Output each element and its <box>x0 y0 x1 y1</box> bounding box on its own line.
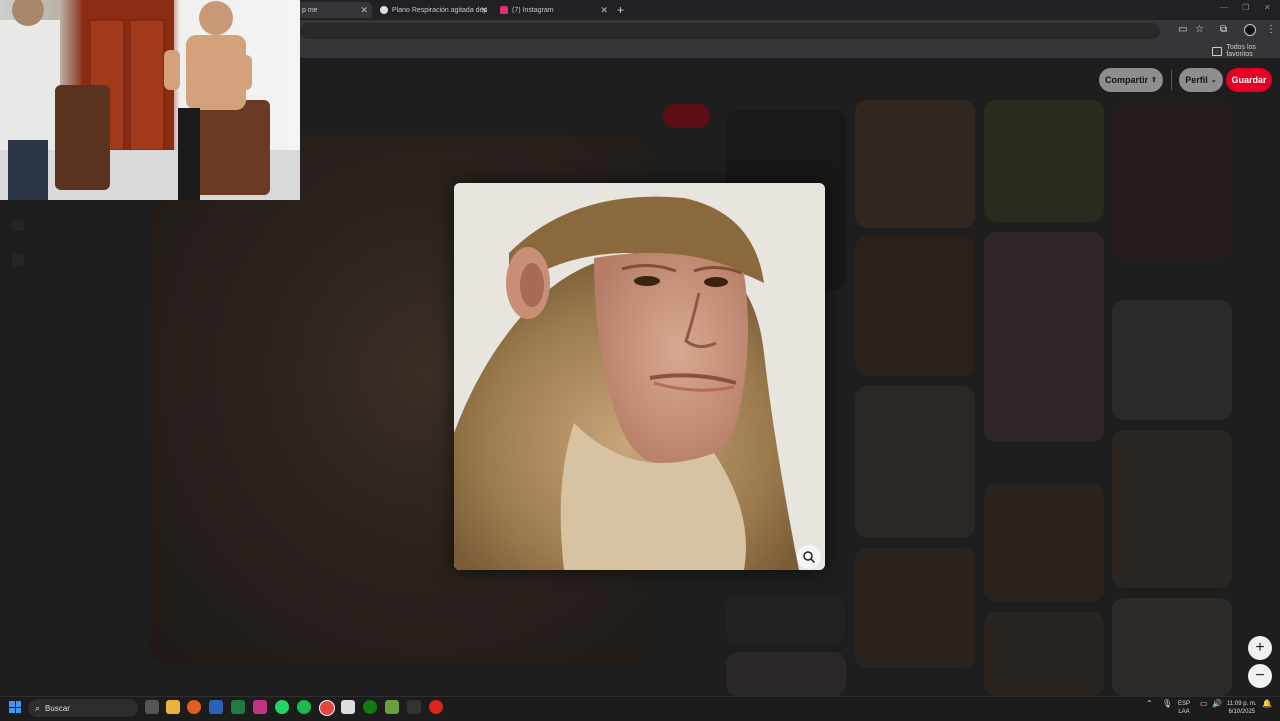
divider <box>1171 70 1172 90</box>
chevron-down-icon: ⌄ <box>1210 77 1217 84</box>
upload-icon: ⇧ <box>1151 77 1157 84</box>
sidebar-icon[interactable] <box>12 254 24 266</box>
search-icon: ⌕ <box>35 702 41 713</box>
webcam-scene <box>0 0 300 200</box>
grid-pin[interactable] <box>984 232 1104 442</box>
close-icon[interactable]: ✕ <box>480 5 488 16</box>
grid-pin[interactable] <box>1112 598 1232 696</box>
grid-pin[interactable] <box>1112 430 1232 588</box>
webcam-overlay <box>0 0 300 200</box>
close-icon[interactable]: ✕ <box>600 5 608 16</box>
new-tab-button[interactable]: + <box>617 3 624 17</box>
task-view-icon[interactable] <box>145 700 159 714</box>
grid-pin[interactable] <box>984 612 1104 696</box>
address-bar[interactable] <box>300 23 1160 39</box>
grid-pin[interactable] <box>984 100 1104 222</box>
lens-search-icon <box>803 551 816 564</box>
tab-respiracion[interactable]: Plano Respiración agitada dep ✕ <box>380 2 488 18</box>
share-button[interactable]: Compartir ⇧ <box>1099 68 1163 92</box>
share-label: Compartir <box>1105 75 1149 85</box>
profile-label: Perfil <box>1185 75 1208 85</box>
zoom-out-button[interactable]: − <box>1248 664 1272 688</box>
menu-icon[interactable]: ⋮ <box>1266 24 1276 35</box>
all-favorites-folder[interactable]: Todos los favoritos <box>1212 44 1280 58</box>
spotify-icon[interactable] <box>297 700 311 714</box>
tab-label: Plano Respiración agitada dep <box>392 6 488 14</box>
profile-dropdown[interactable]: Perfil ⌄ <box>1179 68 1223 92</box>
close-icon[interactable]: ✕ <box>360 5 368 16</box>
background-save-button <box>663 104 710 128</box>
profile-avatar[interactable] <box>1244 24 1256 36</box>
save-label: Guardar <box>1231 75 1267 85</box>
clock-time: 11:09 p. m. <box>1227 701 1257 707</box>
tab-current[interactable]: p me ✕ <box>296 2 372 18</box>
zoom-in-icon: + <box>1255 639 1265 656</box>
notification-bell-icon[interactable]: 🔔 <box>1262 700 1272 708</box>
minimize-icon[interactable]: — <box>1220 3 1228 12</box>
grid-pin[interactable] <box>855 386 975 538</box>
whatsapp-icon[interactable] <box>275 700 289 714</box>
tab-label: (7) Instagram <box>512 6 554 14</box>
excel-icon[interactable] <box>231 700 245 714</box>
word-icon[interactable] <box>209 700 223 714</box>
file-explorer-icon[interactable] <box>166 700 180 714</box>
grid-pin[interactable] <box>984 484 1104 602</box>
save-button[interactable]: Guardar <box>1226 68 1272 92</box>
firefox-icon[interactable] <box>187 700 201 714</box>
lens-search-button[interactable] <box>797 545 821 569</box>
store-icon[interactable] <box>341 700 355 714</box>
cast-icon[interactable]: ▭ <box>1178 24 1187 35</box>
chrome-icon[interactable] <box>319 700 335 716</box>
opera-icon[interactable] <box>429 700 443 714</box>
grid-pin[interactable] <box>726 594 846 644</box>
windows-start-icon[interactable] <box>9 701 21 713</box>
zoom-in-button[interactable]: + <box>1248 636 1272 660</box>
taskbar-search[interactable]: ⌕ Buscar <box>28 699 138 717</box>
network-icon[interactable]: ▭ <box>1200 700 1208 708</box>
monkey-photo <box>454 183 825 570</box>
search-placeholder: Buscar <box>45 703 70 713</box>
grid-pin[interactable] <box>726 652 846 696</box>
tab-label: p me <box>302 6 318 14</box>
xbox-icon[interactable] <box>363 700 377 714</box>
folder-icon <box>1212 46 1223 56</box>
close-window-icon[interactable]: ✕ <box>1264 3 1271 12</box>
clock-date: 6/10/2025 <box>1228 709 1256 715</box>
mic-icon[interactable]: 🎙 <box>1162 700 1172 708</box>
language-bottom: LAA <box>1178 709 1190 715</box>
zoom-out-icon: − <box>1255 667 1265 684</box>
volume-icon[interactable]: 🔊 <box>1212 700 1222 708</box>
instagram-icon <box>500 6 508 14</box>
extensions-icon[interactable]: ⧉ <box>1220 24 1227 35</box>
expanded-pin-image[interactable] <box>454 183 825 570</box>
instagram-icon[interactable] <box>253 700 267 714</box>
language-indicator[interactable]: ESP LAA <box>1178 700 1190 716</box>
grid-pin[interactable] <box>855 236 975 376</box>
app-icon[interactable] <box>407 700 421 714</box>
star-icon[interactable]: ☆ <box>1195 24 1204 35</box>
all-favorites-label: Todos los favoritos <box>1226 44 1256 58</box>
restore-icon[interactable]: ❐ <box>1242 3 1249 12</box>
tab-instagram[interactable]: (7) Instagram ✕ <box>500 2 608 18</box>
grid-pin[interactable] <box>1112 100 1232 260</box>
globe-icon <box>380 6 388 14</box>
sidebar-icon[interactable] <box>12 219 24 231</box>
grid-pin[interactable] <box>855 548 975 668</box>
clock[interactable]: 11:09 p. m. 6/10/2025 <box>1227 700 1257 716</box>
grid-pin[interactable] <box>855 100 975 228</box>
grid-pin[interactable] <box>1112 300 1232 420</box>
language-top: ESP <box>1178 701 1191 707</box>
chevron-up-icon[interactable]: ⌃ <box>1146 700 1153 708</box>
minecraft-icon[interactable] <box>385 700 399 714</box>
